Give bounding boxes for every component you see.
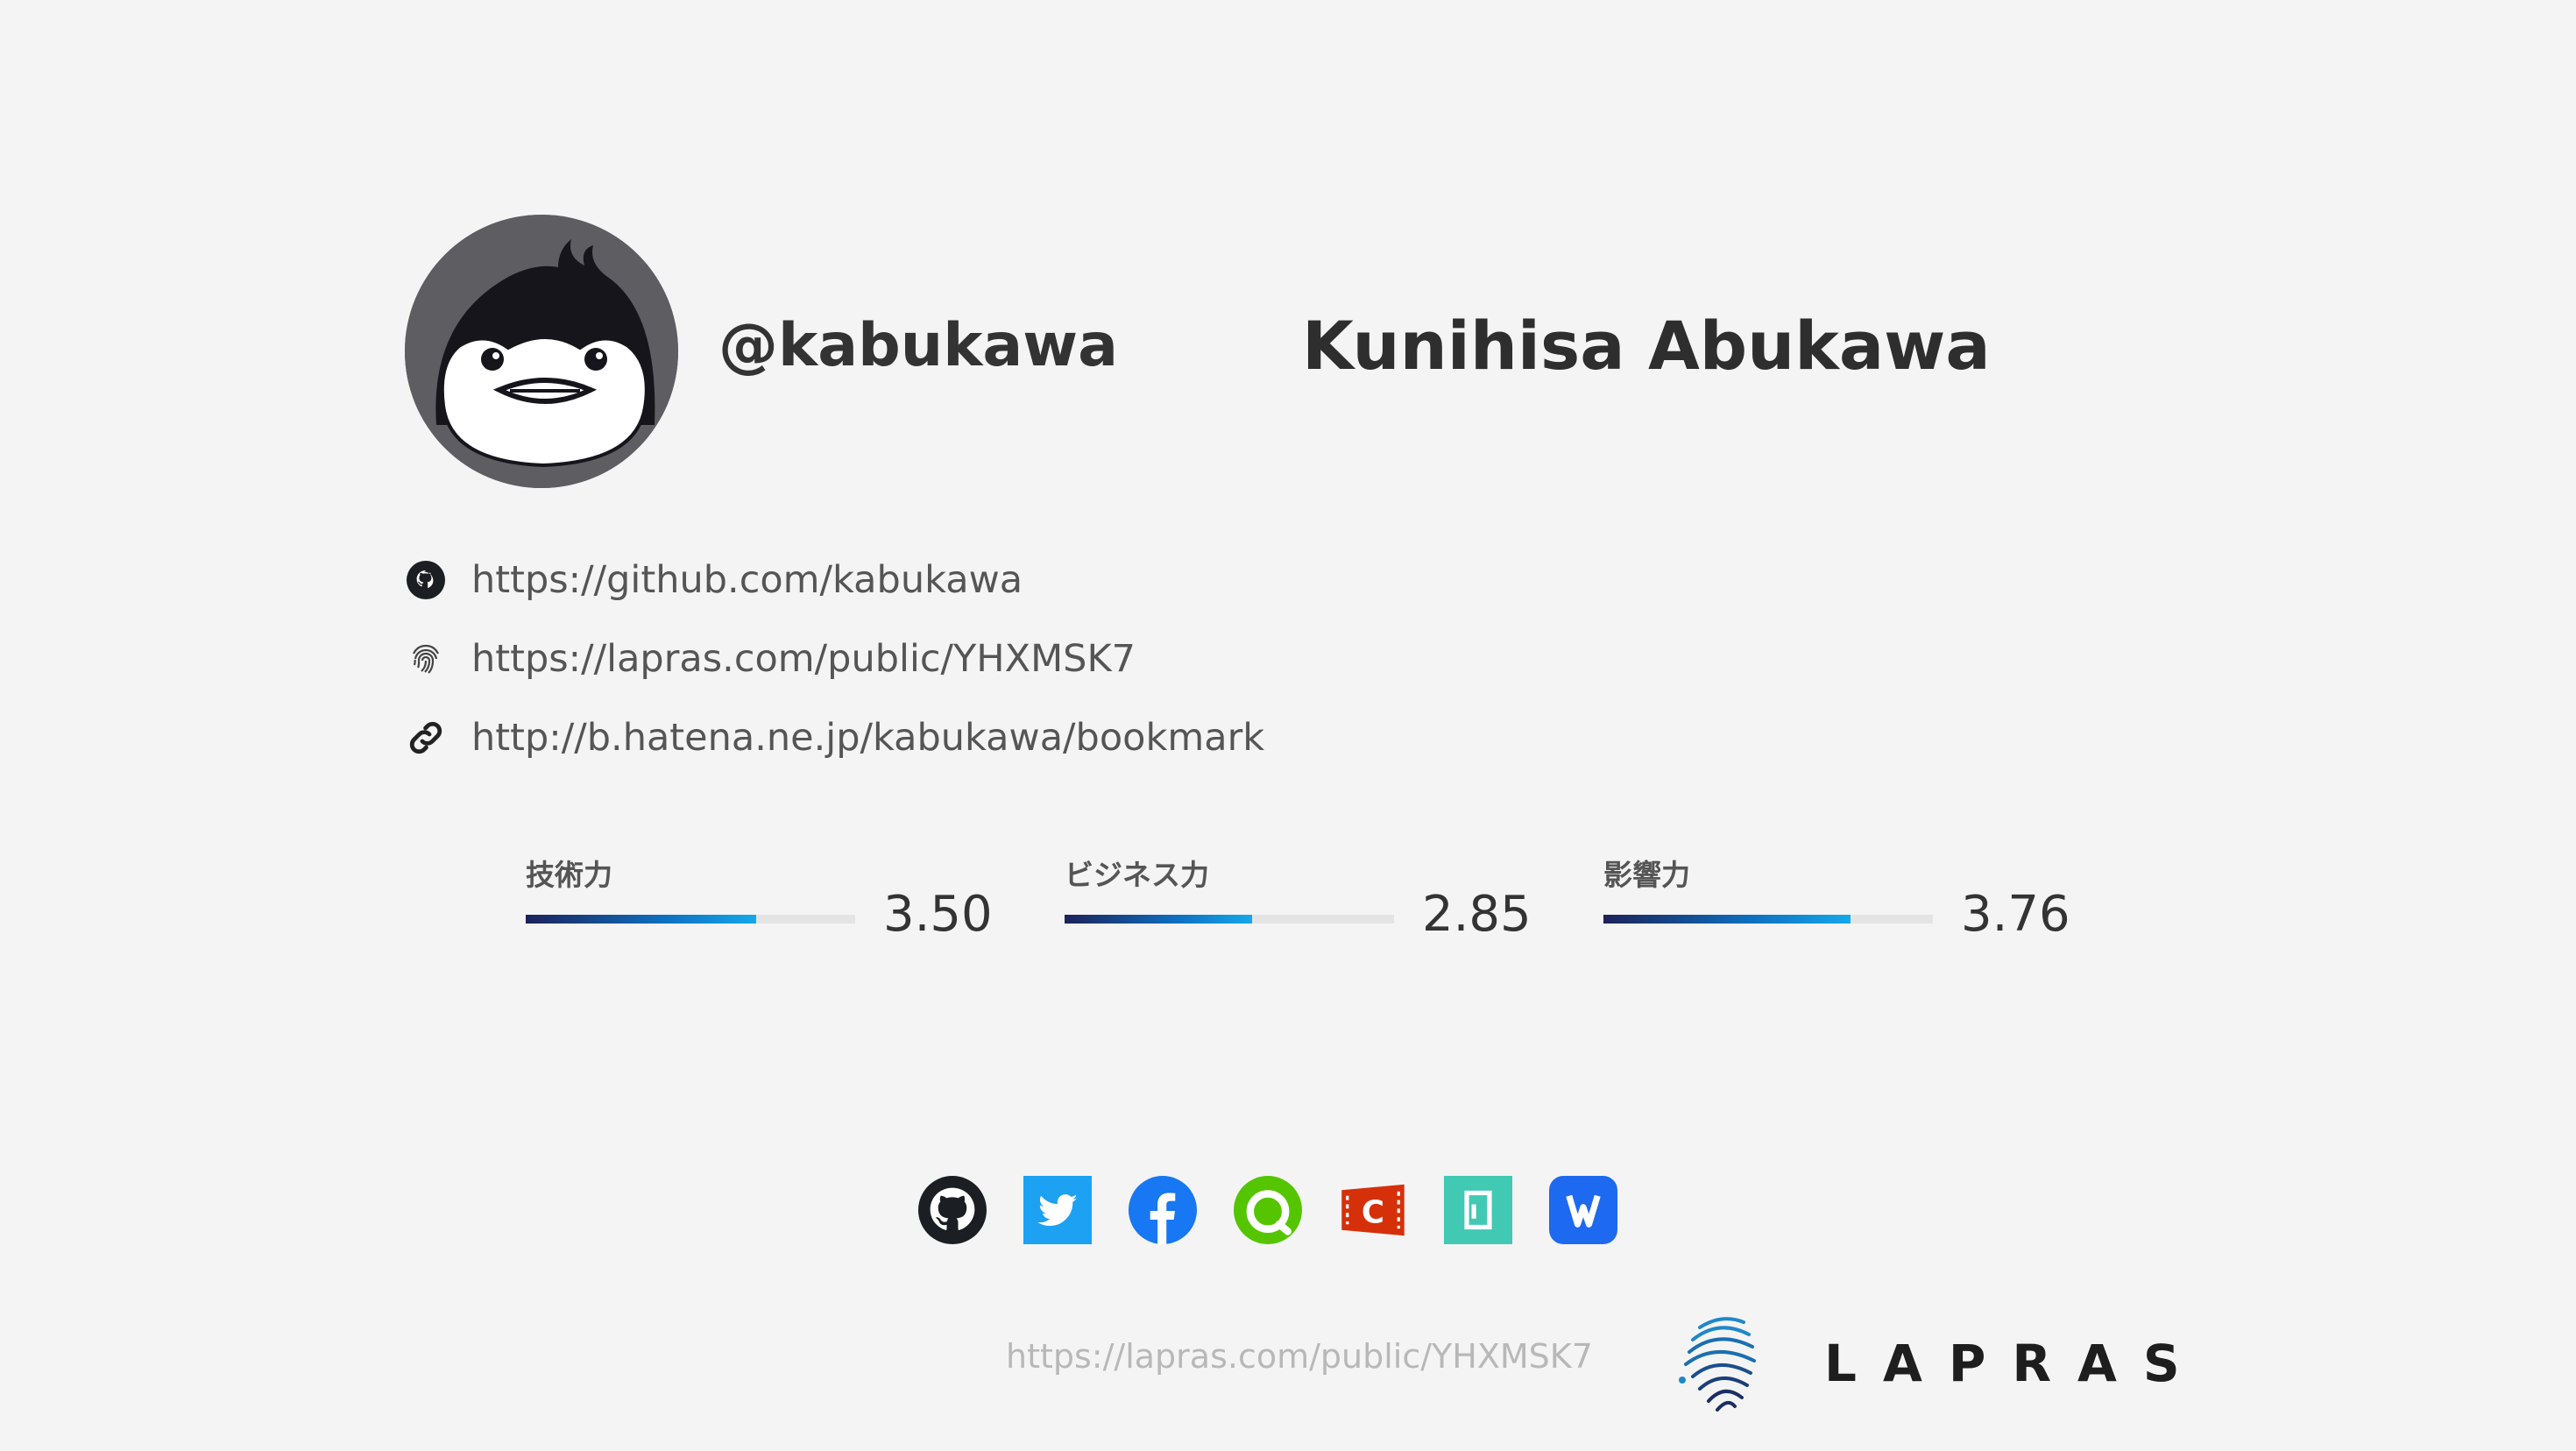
link-hatena[interactable]: http://b.hatena.ne.jp/kabukawa/bookmark	[405, 698, 1264, 777]
score-label: 技術力	[526, 858, 612, 892]
score-business: ビジネス力 2.85	[1065, 848, 1555, 953]
score-bar	[1065, 915, 1394, 924]
note-icon[interactable]	[1444, 1176, 1512, 1244]
profile-full-name: Kunihisa Abukawa	[1302, 307, 1991, 385]
lapras-logo-icon	[1674, 1310, 1768, 1413]
svg-text:C: C	[1362, 1195, 1384, 1231]
score-bar-fill	[1065, 915, 1253, 924]
link-github[interactable]: https://github.com/kabukawa	[405, 541, 1264, 619]
connpass-icon[interactable]: C	[1339, 1176, 1407, 1244]
profile-handle: @kabukawa	[718, 311, 1119, 380]
footer-url[interactable]: https://lapras.com/public/YHXMSK7	[1006, 1335, 1593, 1377]
link-icon	[405, 717, 447, 759]
link-url: https://github.com/kabukawa	[471, 558, 1023, 602]
facebook-icon[interactable]	[1129, 1176, 1197, 1244]
qiita-icon[interactable]	[1234, 1176, 1302, 1244]
social-icons: C	[918, 1176, 1654, 1244]
link-url: http://b.hatena.ne.jp/kabukawa/bookmark	[471, 716, 1265, 760]
score-bar-fill	[526, 915, 757, 924]
link-lapras[interactable]: https://lapras.com/public/YHXMSK7	[405, 619, 1264, 698]
score-value: 3.50	[883, 886, 993, 943]
lapras-wordmark: LAPRAS	[1824, 1334, 2206, 1393]
link-url: https://lapras.com/public/YHXMSK7	[471, 637, 1136, 681]
penguin-avatar-icon	[405, 215, 678, 488]
score-value: 3.76	[1961, 886, 2070, 943]
twitter-icon[interactable]	[1023, 1176, 1092, 1244]
score-technical: 技術力 3.50	[526, 848, 1016, 953]
wantedly-icon[interactable]	[1549, 1176, 1617, 1244]
score-bar	[1603, 915, 1933, 924]
score-bar-fill	[1603, 915, 1851, 924]
score-bar	[526, 915, 855, 924]
github-icon	[405, 559, 447, 601]
github-icon[interactable]	[918, 1176, 987, 1244]
score-influence: 影響力 3.76	[1603, 848, 2094, 953]
score-value: 2.85	[1422, 886, 1532, 943]
profile-links: https://github.com/kabukawa https://lapr…	[405, 541, 1264, 777]
score-panel: 技術力 3.50 ビジネス力 2.85 影響力 3.76	[526, 848, 2070, 953]
score-label: 影響力	[1603, 858, 1690, 892]
score-label: ビジネス力	[1065, 858, 1209, 892]
avatar	[405, 215, 678, 488]
fingerprint-icon	[405, 638, 447, 680]
